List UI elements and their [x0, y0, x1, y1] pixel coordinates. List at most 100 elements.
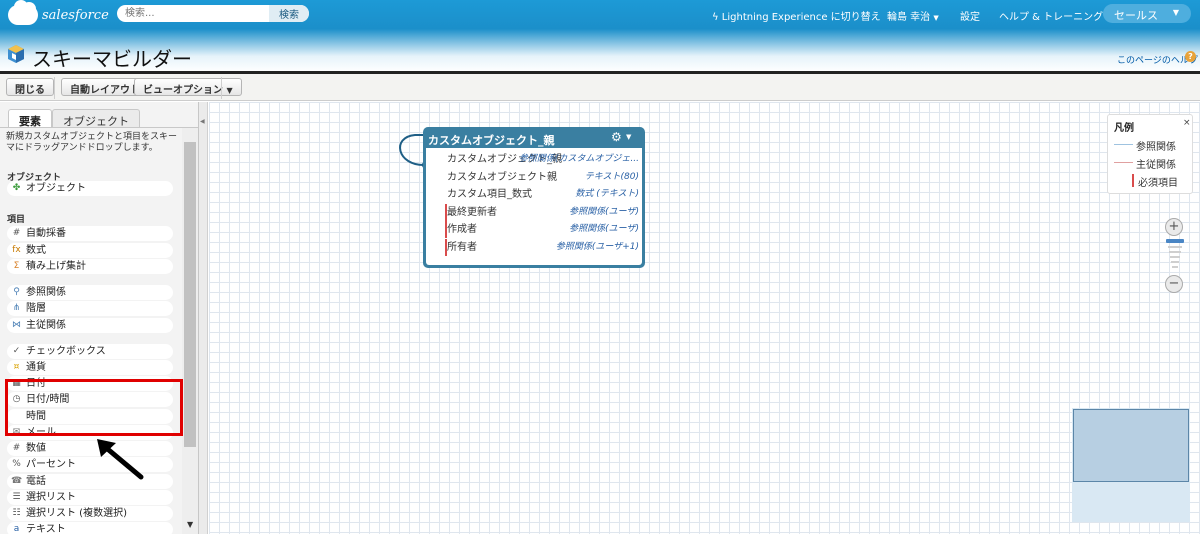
- app-switcher-label: セールス: [1114, 9, 1158, 22]
- palette-scrollbar[interactable]: ▼: [182, 128, 198, 534]
- chevron-down-icon: ▼: [226, 86, 233, 95]
- palette-item-field[interactable]: Σ 積み上げ集計: [7, 259, 173, 274]
- palette-item-label: パーセント: [26, 459, 76, 470]
- field-name: 所有者: [447, 242, 477, 253]
- currency-icon: ¤: [13, 362, 20, 372]
- palette-item-field[interactable]: ⋈ 主従関係: [7, 318, 173, 333]
- chevron-down-icon: ▼: [1172, 8, 1179, 17]
- master-detail-icon: ⋈: [12, 320, 21, 330]
- autonumber-icon: #: [12, 228, 21, 238]
- palette-item-label: 選択リスト (複数選択): [26, 508, 127, 519]
- palette-item-field[interactable]: ☰ 選択リスト: [7, 490, 173, 505]
- required-field-swatch: [1132, 174, 1134, 187]
- object-title: カスタムオブジェクト_親: [428, 134, 555, 147]
- formula-icon: fx: [12, 245, 21, 255]
- legend-title: 凡例: [1114, 123, 1134, 134]
- lightning-bolt-icon: ϟ: [712, 12, 722, 23]
- panel-collapse-handle[interactable]: ◀: [199, 102, 208, 534]
- object-field-row[interactable]: カスタムオブジェクト親 テキスト(80): [426, 169, 642, 186]
- palette-item-field[interactable]: ⚲ 参照関係: [7, 285, 173, 300]
- lookup-icon: ⚲: [13, 287, 20, 297]
- palette-item-object[interactable]: ✤ オブジェクト: [7, 181, 173, 196]
- palette-item-field[interactable]: # 数値: [7, 441, 173, 456]
- page-title: スキーマビルダー: [32, 47, 192, 71]
- scrollbar-thumb[interactable]: [184, 142, 196, 447]
- palette-item-label: チェックボックス: [26, 346, 106, 357]
- tab-elements[interactable]: 要素: [8, 109, 52, 128]
- app-switcher[interactable]: セールス ▼: [1103, 4, 1191, 23]
- picklist-icon: ☰: [12, 492, 21, 502]
- lightning-switch-link[interactable]: ϟ Lightning Experience に切り替え: [712, 8, 881, 23]
- zoom-slider[interactable]: [1165, 238, 1185, 272]
- object-field-row[interactable]: 所有者 参照関係(ユーザ+1): [426, 239, 642, 256]
- object-field-row[interactable]: カスタム項目_数式 数式 (テキスト): [426, 186, 642, 203]
- palette-item-label: オブジェクト: [26, 183, 86, 194]
- master-detail-line-swatch: [1114, 162, 1133, 163]
- annotation-arrow-icon: [97, 439, 144, 480]
- lookup-line-swatch: [1114, 144, 1133, 145]
- hierarchy-icon: ⋔: [12, 303, 21, 313]
- palette-item-field[interactable]: ☷ 選択リスト (複数選択): [7, 506, 173, 521]
- toolbar-divider: [221, 77, 222, 99]
- scroll-down-arrow-icon[interactable]: ▼: [187, 520, 193, 529]
- minimap[interactable]: [1072, 408, 1190, 522]
- puzzle-icon: ✤: [12, 183, 21, 193]
- palette-item-field[interactable]: ¤ 通貨: [7, 360, 173, 375]
- palette-item-label: 選択リスト: [26, 492, 76, 503]
- palette-item-label: 数値: [26, 443, 46, 454]
- palette-item-field[interactable]: a テキスト: [7, 522, 173, 534]
- palette-instructions: 新規カスタムオブジェクトと項目をスキーマにドラッグアンドドロップします。: [6, 132, 178, 153]
- chevron-down-icon[interactable]: ▼: [626, 133, 631, 141]
- help-training-link[interactable]: ヘルプ & トレーニング: [999, 8, 1103, 23]
- palette-item-label: 参照関係: [26, 287, 66, 298]
- field-name: カスタム項目_数式: [447, 189, 532, 201]
- palette-item-field[interactable]: ☎ 電話: [7, 474, 173, 489]
- field-type: 参照関係(ユーザ+1): [555, 242, 639, 252]
- setup-link[interactable]: 設定: [960, 8, 980, 23]
- text-icon: a: [13, 524, 20, 534]
- user-menu[interactable]: 輪島 幸治 ▼: [887, 8, 939, 23]
- tab-objects[interactable]: オブジェクト: [52, 109, 140, 128]
- global-header: salesforce 検索 ϟ Lightning Experience に切り…: [0, 0, 1200, 72]
- schema-builder-icon: [8, 45, 24, 63]
- palette-item-field[interactable]: # 自動採番: [7, 226, 173, 241]
- toolbar-divider: [54, 77, 55, 99]
- checkbox-icon: ✓: [12, 346, 21, 356]
- schema-canvas[interactable]: カスタムオブジェクト_親 ⚙ ▼ カスタムオブジェクト_親 参照関係(カスタムオブ…: [209, 102, 1200, 534]
- view-options-button[interactable]: ビューオプション ▼: [134, 78, 242, 96]
- field-section-heading: 項目: [7, 215, 26, 225]
- palette-panel: 要素 オブジェクト 新規カスタムオブジェクトと項目をスキーマにドラッグアンドドロ…: [0, 102, 199, 534]
- search-button[interactable]: 検索: [269, 5, 309, 22]
- palette-item-field[interactable]: % パーセント: [7, 457, 173, 472]
- logo-text: salesforce: [42, 8, 109, 23]
- global-search: 検索: [117, 5, 309, 22]
- relationship-fields-highlight: [5, 379, 183, 436]
- zoom-in-button[interactable]: +: [1165, 218, 1183, 236]
- palette-item-field[interactable]: ⋔ 階層: [7, 301, 173, 316]
- palette-item-field[interactable]: fx 数式: [7, 243, 173, 258]
- minimap-viewport[interactable]: [1073, 409, 1189, 482]
- phone-icon: ☎: [11, 476, 23, 486]
- close-button[interactable]: 閉じる: [6, 78, 54, 96]
- toolbar: 閉じる 自動レイアウト ビューオプション ▼: [0, 74, 1200, 101]
- salesforce-logo[interactable]: salesforce: [8, 0, 109, 26]
- zoom-out-button[interactable]: −: [1165, 275, 1183, 293]
- help-icon[interactable]: ?: [1185, 51, 1196, 62]
- object-card[interactable]: カスタムオブジェクト_親 ⚙ ▼ カスタムオブジェクト_親 参照関係(カスタムオブ…: [423, 127, 645, 268]
- palette-item-field[interactable]: ✓ チェックボックス: [7, 344, 173, 359]
- object-field-row[interactable]: カスタムオブジェクト_親 参照関係(カスタムオブジェ...: [426, 151, 642, 168]
- percent-icon: %: [12, 459, 21, 469]
- number-icon: #: [12, 443, 21, 453]
- search-input[interactable]: [117, 5, 269, 22]
- element-palette: 新規カスタムオブジェクトと項目をスキーマにドラッグアンドドロップします。 オブジ…: [0, 128, 182, 534]
- palette-item-label: テキスト: [26, 524, 66, 534]
- user-name: 輪島 幸治: [887, 12, 931, 23]
- field-name: カスタムオブジェクト親: [447, 171, 557, 183]
- object-field-row[interactable]: 作成者 参照関係(ユーザ): [426, 221, 642, 239]
- object-field-row[interactable]: 最終更新者 参照関係(ユーザ): [426, 203, 642, 221]
- view-options-label: ビューオプション: [143, 85, 223, 96]
- object-field-list: カスタムオブジェクト_親 参照関係(カスタムオブジェ... カスタムオブジェクト親 テ…: [426, 148, 642, 265]
- close-icon[interactable]: ×: [1183, 118, 1191, 128]
- gear-icon[interactable]: ⚙: [611, 130, 622, 144]
- multi-picklist-icon: ☷: [12, 508, 21, 518]
